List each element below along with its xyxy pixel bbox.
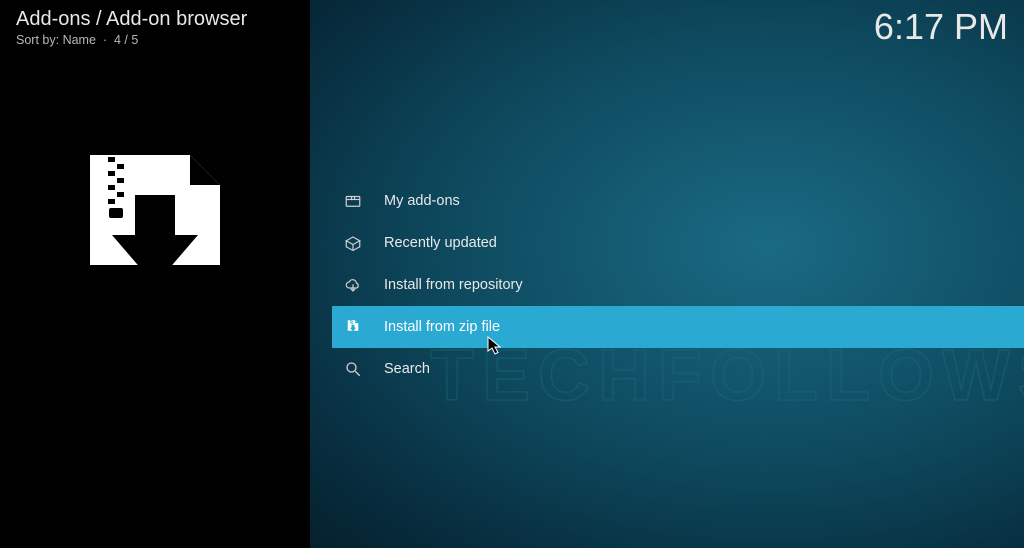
box-icon — [342, 190, 364, 212]
search-icon — [342, 358, 364, 380]
menu-item-label: My add-ons — [384, 193, 460, 209]
open-box-icon — [342, 232, 364, 254]
menu-item-label: Search — [384, 361, 430, 377]
header-bar: Add-ons / Add-on browser Sort by: Name ·… — [16, 8, 1008, 48]
sort-value: Name — [63, 33, 96, 47]
addon-browser-menu: My add-ons Recently updated Install — [332, 180, 1024, 390]
list-position: 4 / 5 — [114, 33, 138, 47]
clock: 6:17 PM — [874, 6, 1008, 48]
menu-item-label: Recently updated — [384, 235, 497, 251]
menu-item-install-from-repository[interactable]: Install from repository — [332, 264, 1024, 306]
menu-item-search[interactable]: Search — [332, 348, 1024, 390]
zip-file-icon — [342, 316, 364, 338]
menu-item-label: Install from zip file — [384, 319, 500, 335]
sort-line: Sort by: Name · 4 / 5 — [16, 33, 247, 47]
menu-item-recently-updated[interactable]: Recently updated — [332, 222, 1024, 264]
sort-label: Sort by: — [16, 33, 59, 47]
left-panel — [0, 0, 310, 548]
breadcrumb: Add-ons / Add-on browser — [16, 8, 247, 31]
menu-item-install-from-zip[interactable]: Install from zip file — [332, 306, 1024, 348]
zip-download-art-icon — [70, 150, 240, 300]
menu-item-my-addons[interactable]: My add-ons — [332, 180, 1024, 222]
menu-item-label: Install from repository — [384, 277, 523, 293]
cloud-down-icon — [342, 274, 364, 296]
